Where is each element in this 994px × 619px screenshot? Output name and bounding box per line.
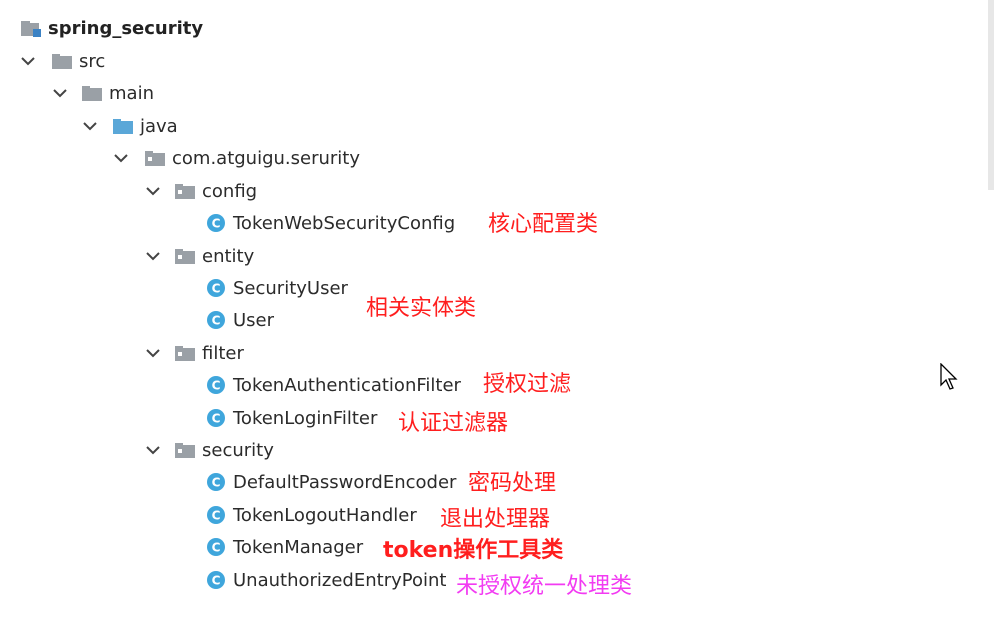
tree-node-class[interactable]: C UnauthorizedEntryPoint — [206, 566, 446, 594]
class-icon: C — [206, 213, 226, 233]
class-icon: C — [206, 472, 226, 492]
tree-node-package[interactable]: com.atguigu.serurity — [145, 144, 360, 172]
svg-text:C: C — [212, 282, 221, 296]
tree-label: security — [202, 439, 274, 461]
tree-label: TokenLoginFilter — [233, 407, 378, 429]
svg-text:C: C — [212, 217, 221, 231]
tree-label: com.atguigu.serurity — [172, 147, 361, 169]
tree-node-security[interactable]: security — [175, 436, 274, 464]
tree-label: User — [233, 309, 275, 331]
mouse-pointer-icon — [940, 362, 960, 395]
tree-node-class[interactable]: C TokenLoginFilter — [206, 404, 377, 432]
vertical-scrollbar[interactable] — [988, 0, 994, 190]
source-folder-icon — [113, 118, 133, 134]
package-icon — [175, 442, 195, 458]
annotation-password-encoder: 密码处理 — [468, 471, 557, 496]
svg-text:C: C — [212, 476, 221, 490]
chevron-down-icon[interactable] — [20, 53, 36, 69]
annotation-token-manager: token操作工具类 — [383, 538, 564, 563]
tree-label: java — [140, 115, 178, 137]
tree-label: config — [202, 180, 258, 202]
tree-node-filter[interactable]: filter — [175, 339, 244, 367]
tree-label: TokenManager — [233, 536, 364, 558]
tree-node-src[interactable]: src — [52, 47, 105, 75]
tree-label: TokenAuthenticationFilter — [233, 374, 461, 396]
tree-node-class[interactable]: C SecurityUser — [206, 274, 348, 302]
class-icon: C — [206, 537, 226, 557]
tree-node-class[interactable]: C TokenAuthenticationFilter — [206, 371, 461, 399]
tree-label: DefaultPasswordEncoder — [233, 471, 457, 493]
tree-label: SecurityUser — [233, 277, 348, 299]
svg-text:C: C — [212, 379, 221, 393]
tree-node-java[interactable]: java — [113, 112, 178, 140]
chevron-down-icon[interactable] — [145, 345, 161, 361]
chevron-down-icon[interactable] — [145, 248, 161, 264]
annotation-logout-handler: 退出处理器 — [440, 507, 551, 532]
package-icon — [175, 345, 195, 361]
class-icon: C — [206, 310, 226, 330]
chevron-down-icon[interactable] — [52, 85, 68, 101]
svg-text:C: C — [212, 574, 221, 588]
tree-label: TokenLogoutHandler — [233, 504, 417, 526]
tree-label: TokenWebSecurityConfig — [233, 212, 456, 234]
folder-icon — [82, 85, 102, 101]
tree-label: UnauthorizedEntryPoint — [233, 569, 447, 591]
package-icon — [175, 183, 195, 199]
folder-icon — [52, 53, 72, 69]
chevron-down-icon[interactable] — [82, 118, 98, 134]
tree-node-class[interactable]: C DefaultPasswordEncoder — [206, 468, 456, 496]
package-icon — [145, 150, 165, 166]
chevron-down-icon[interactable] — [145, 442, 161, 458]
tree-label: main — [109, 82, 154, 104]
tree-node-main[interactable]: main — [82, 79, 154, 107]
annotation-auth-filter: 授权过滤 — [483, 372, 572, 397]
tree-node-class[interactable]: C TokenManager — [206, 533, 363, 561]
annotation-config: 核心配置类 — [488, 212, 599, 237]
chevron-down-icon[interactable] — [113, 150, 129, 166]
module-folder-icon — [20, 18, 42, 38]
tree-label: entity — [202, 245, 255, 267]
class-icon: C — [206, 375, 226, 395]
svg-text:C: C — [212, 509, 221, 523]
class-icon: C — [206, 570, 226, 590]
tree-node-class[interactable]: C TokenLogoutHandler — [206, 501, 417, 529]
tree-label: src — [79, 50, 106, 72]
class-icon: C — [206, 505, 226, 525]
package-icon — [175, 248, 195, 264]
svg-text:C: C — [212, 314, 221, 328]
chevron-down-icon[interactable] — [145, 183, 161, 199]
tree-node-class[interactable]: C User — [206, 306, 274, 334]
svg-text:C: C — [212, 541, 221, 555]
class-icon: C — [206, 408, 226, 428]
tree-node-root[interactable]: spring_security — [20, 14, 203, 42]
tree-node-config[interactable]: config — [175, 177, 257, 205]
annotation-login-filter: 认证过滤器 — [398, 411, 509, 436]
tree-label: filter — [202, 342, 244, 364]
class-icon: C — [206, 278, 226, 298]
tree-node-entity[interactable]: entity — [175, 242, 254, 270]
annotation-entity: 相关实体类 — [366, 296, 477, 321]
annotation-entry-point: 未授权统一处理类 — [456, 574, 633, 599]
tree-node-class[interactable]: C TokenWebSecurityConfig — [206, 209, 455, 237]
tree-label: spring_security — [48, 17, 204, 39]
svg-text:C: C — [212, 412, 221, 426]
